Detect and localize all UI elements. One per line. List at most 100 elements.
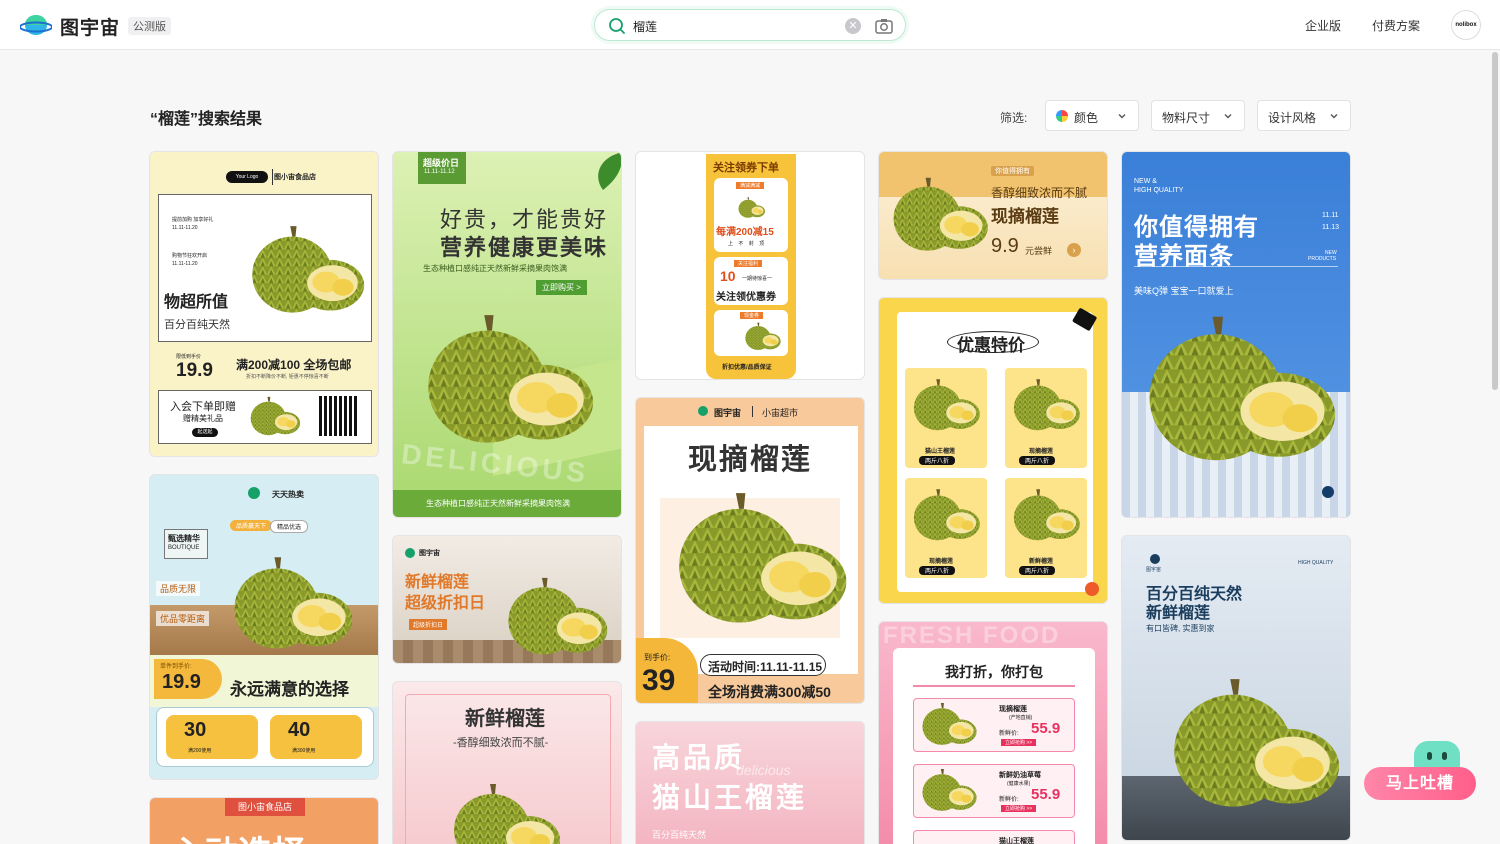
camera-icon[interactable]	[874, 16, 894, 36]
product-row	[913, 830, 1075, 844]
price-label: 单件到手价:	[160, 664, 192, 670]
buy-button: 立即抢购 >>	[1001, 805, 1037, 812]
durian-image	[220, 555, 360, 655]
price: 9.9	[991, 235, 1019, 257]
date-text: 11.11	[1322, 212, 1339, 219]
template-card[interactable]: 图小宙食品店 心动选择	[149, 797, 379, 844]
brand-name: 图宇宙	[1146, 567, 1162, 573]
durian-image	[736, 196, 766, 220]
chevron-down-icon	[1118, 114, 1126, 119]
tag: 超级折扣日	[409, 619, 448, 630]
filter-color-dropdown[interactable]: 颜色	[1045, 100, 1139, 131]
logo-badge: Your Logo	[226, 171, 268, 183]
nav-pricing[interactable]: 付费方案	[1372, 17, 1420, 34]
planet-logo-icon[interactable]	[20, 12, 52, 38]
template-card[interactable]: FRESH FOOD 我打折，你打包 现摘榴莲 (产地直销) 新鲜价: 55.9…	[878, 621, 1108, 844]
durian-image	[883, 176, 993, 256]
event-text: 活动时间:11.11-11.15	[708, 660, 823, 674]
brand-icon	[405, 548, 415, 558]
durian-image	[1132, 312, 1342, 472]
headline: 物超所值	[164, 294, 229, 311]
durian-image	[246, 396, 302, 438]
promo-sub: 折扣不断降价不断, 钜惠不停惊喜不断	[246, 374, 329, 380]
date-text: 11.13	[1322, 224, 1339, 231]
price-label: 新鲜价:	[999, 731, 1019, 737]
product-name: 新鲜奶油草莓	[999, 772, 1041, 779]
en-text: HIGH QUALITY	[1134, 187, 1184, 194]
tag: 关注福利	[734, 260, 763, 267]
product-name: 新鲜榴莲	[1029, 559, 1054, 565]
durian-image	[660, 490, 856, 632]
durian-image	[1152, 676, 1351, 816]
product-tag: 两斤八折	[919, 566, 956, 575]
color-wheel-icon	[1056, 110, 1068, 122]
durian-image	[1007, 378, 1083, 434]
coupon-text: 每满200减15	[716, 227, 774, 238]
filter-size-label: 物料尺寸	[1162, 111, 1211, 125]
template-card[interactable]: Your Logo 图小宙食品店 提前加购 加享好礼 11.11-11.20 购…	[149, 151, 379, 457]
divider	[272, 169, 273, 185]
template-card[interactable]: 高品质 delicious 猫山王榴莲 百分百纯天然	[635, 721, 865, 844]
beta-badge: 公测版	[128, 17, 171, 35]
headline-line: 新鲜榴莲	[1146, 605, 1211, 622]
template-card[interactable]: 天天热卖 品质赢天下 精品优选 甄选精华 BOUTIQUE 品质无限 优品零距离…	[149, 474, 379, 780]
filter-style-dropdown[interactable]: 设计风格	[1257, 100, 1351, 131]
shop-name: 图小宙食品店	[274, 174, 316, 181]
template-card[interactable]: 你值得拥有 香醇细致浓而不腻 现摘榴莲 9.9 元尝鲜 ›	[878, 151, 1108, 280]
promo-text: 满200减100 全场包邮	[236, 358, 352, 372]
text-line: 11.11-11.20	[172, 225, 198, 231]
template-card[interactable]: 图宇宙 新鲜榴莲 超级折扣日 超级折扣日	[392, 535, 622, 664]
description: 有口皆碑, 实惠到家	[1146, 624, 1215, 633]
shop-name: 图小宙食品店	[225, 798, 305, 816]
template-card[interactable]: 新鲜榴莲 -香醇细致浓而不腻-	[392, 681, 622, 844]
boutique-label: 甄选精华	[168, 534, 200, 543]
title: 我打折，你打包	[945, 664, 1043, 680]
durian-image	[907, 378, 983, 434]
headline: 心动选择	[170, 826, 306, 844]
description: 生态种植口感纯正天然新鲜采摘果肉饱满	[423, 264, 567, 273]
template-card[interactable]: 超级价日 11.11-11.12 好贵，才能贵好 营养健康更美味 生态种植口感纯…	[392, 151, 622, 518]
nav-enterprise[interactable]: 企业版	[1305, 17, 1341, 34]
product-name: 猫山王榴莲	[999, 838, 1034, 844]
feedback-button[interactable]: 马上吐槽	[1364, 767, 1476, 800]
search-input[interactable]	[633, 16, 833, 36]
starburst-icon	[1085, 582, 1099, 596]
search-result-title: “榴莲”搜索结果	[150, 111, 263, 128]
template-card[interactable]: 关注领券下单 满减满减 每满200减15 上 不 封 顶 关注福利 10 一期待…	[635, 151, 865, 380]
durian-image	[742, 322, 782, 352]
en-text: NEW &	[1134, 178, 1157, 185]
clear-icon[interactable]: ✕	[845, 18, 861, 34]
search-bar: ✕	[594, 9, 906, 41]
subtitle: -香醇细致浓而不腻-	[453, 737, 549, 749]
template-card[interactable]: NEW & HIGH QUALITY 你值得拥有 营养面条 11.11 11.1…	[1121, 151, 1351, 518]
product-note: (健康水果)	[1007, 781, 1031, 787]
brand-icon	[248, 487, 260, 499]
text-line: 提前加购 加享好礼	[172, 217, 214, 223]
brand-name[interactable]: 图宇宙	[60, 13, 120, 40]
tag: 满减满减	[736, 182, 765, 189]
product-name: 现摘榴莲	[1029, 449, 1054, 455]
template-card[interactable]: 优惠特价 猫山王榴莲 两斤八折 现摘榴莲 两斤八折 现摘榴莲 两斤八折 新鲜榴莲…	[878, 297, 1108, 604]
text-line: 购物节狂欢开启	[172, 253, 208, 259]
avatar[interactable]: nolibox	[1451, 10, 1481, 40]
coupon-amount: 10	[720, 268, 736, 284]
chevron-down-icon	[1330, 114, 1338, 119]
page-scrollbar[interactable]	[1492, 52, 1498, 390]
product-tag: 两斤八折	[1019, 566, 1056, 575]
brand-icon	[698, 406, 708, 416]
headline-line: 高品质	[652, 742, 746, 773]
durian-image	[917, 702, 979, 748]
arrow-right-icon: ›	[1067, 243, 1081, 257]
text-line: 香醇细致浓而不腻	[991, 186, 1088, 200]
headline-line: 超级折扣日	[405, 595, 486, 612]
binder-clip-icon	[1072, 308, 1097, 331]
price: 39	[642, 664, 676, 697]
coupon-sub: 满300使用	[292, 748, 316, 754]
tag: 现金券	[740, 312, 764, 319]
filter-color-label: 颜色	[1074, 111, 1099, 125]
filter-size-dropdown[interactable]: 物料尺寸	[1151, 100, 1245, 131]
template-card[interactable]: 图宇宙 HIGH QUALITY 百分百纯天然 新鲜榴莲 有口皆碑, 实惠到家	[1121, 535, 1351, 841]
template-card[interactable]: 图宇宙 小宙超市 现摘榴莲 到手价: 39 活动时间:11.11-11.15 全…	[635, 397, 865, 704]
leaf-icon	[598, 152, 621, 190]
price: 19.9	[176, 360, 213, 381]
